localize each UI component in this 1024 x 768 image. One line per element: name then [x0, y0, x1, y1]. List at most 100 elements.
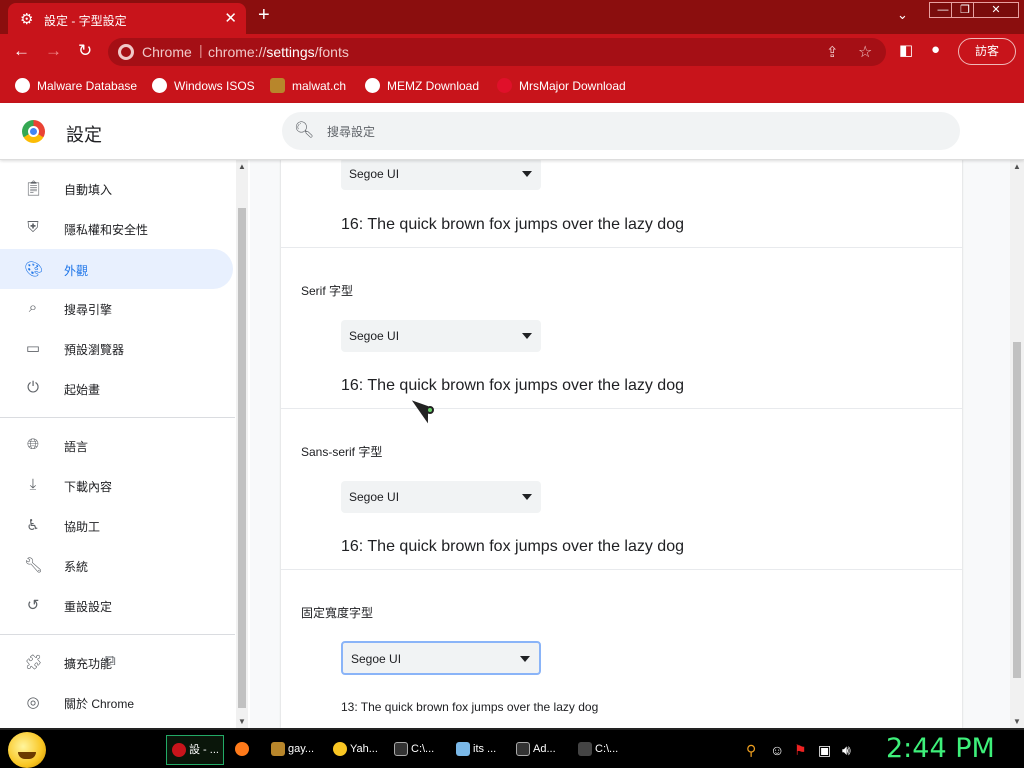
browser-icon: ▭	[25, 340, 41, 357]
search-placeholder: 搜尋設定	[327, 125, 376, 139]
accessibility-icon: ♿︎	[26, 517, 40, 534]
tray-smiley-icon[interactable]: ☺	[770, 742, 784, 758]
sidebar-item-search-engine[interactable]: ⌕ 搜尋引擎	[0, 288, 233, 328]
tray-search-icon[interactable]: ⚲	[746, 742, 756, 759]
taskbar-clock[interactable]: 2:44 PM	[886, 733, 995, 764]
taskbar: 設 - ... gay... Yah... C:\... its ... Ad.…	[0, 728, 1024, 768]
chrome-logo-icon	[22, 120, 45, 143]
download-icon: ⤓	[29, 476, 37, 493]
taskbar-task-firefox[interactable]	[230, 735, 256, 765]
sidebar-item-system[interactable]: 🔧︎ 系統	[0, 545, 233, 585]
chevron-down-icon	[522, 171, 532, 177]
sidebar-item-privacy[interactable]: ⛨ 隱私權和安全性	[0, 208, 233, 248]
fonts-card: Segoe UI 16: The quick brown fox jumps o…	[281, 158, 962, 728]
bookmark-malwatch[interactable]: malwat.ch	[270, 78, 346, 93]
sidebar-item-on-startup[interactable]: ⏻ 起始畫	[0, 368, 233, 408]
firefox-icon	[235, 742, 249, 756]
standard-font-sample: 16: The quick brown fox jumps over the l…	[341, 216, 684, 233]
sidebar-item-default-browser[interactable]: ▭ 預設瀏覽器	[0, 328, 233, 368]
cmd-icon	[516, 742, 530, 756]
profile-button[interactable]: 訪客	[958, 38, 1016, 65]
main-scrollbar[interactable]: ▲ ▼	[1010, 160, 1024, 728]
standard-font-select[interactable]: Segoe UI	[341, 158, 541, 190]
scrollbar-thumb[interactable]	[238, 208, 246, 708]
sidebar-scrollbar[interactable]: ▲ ▼	[236, 160, 248, 728]
document-icon	[271, 742, 285, 756]
address-bar[interactable]: Chrome | chrome://settings/fonts ⇪ ☆	[108, 38, 886, 66]
sidebar-divider	[0, 417, 235, 418]
sidebar-item-autofill[interactable]: 📋︎ 自動填入	[0, 168, 233, 208]
sidebar-item-extensions[interactable]: 🧩︎ 擴充功能 ⧉	[0, 642, 233, 682]
bookmark-malware-database[interactable]: Malware Database	[15, 78, 137, 93]
scrollbar-thumb[interactable]	[1013, 342, 1021, 678]
chrome-icon: ◎	[26, 694, 40, 711]
scroll-up-icon[interactable]: ▲	[1013, 162, 1021, 171]
bookmark-windows-isos[interactable]: Windows ISOS	[152, 78, 255, 93]
forward-arrow-icon[interactable]: →	[45, 41, 62, 61]
tray-flag-icon[interactable]: ⚑	[794, 742, 807, 759]
sidebar-item-accessibility[interactable]: ♿︎ 協助工	[0, 505, 233, 545]
globe-icon	[15, 78, 30, 93]
settings-search-field[interactable]: 🔍︎ 搜尋設定	[282, 112, 960, 150]
bag-icon	[270, 78, 285, 93]
taskbar-task-notepad[interactable]: its ...	[451, 735, 507, 765]
active-tab[interactable]: ⚙ 設定 - 字型設定 ✕	[8, 3, 246, 34]
serif-font-select[interactable]: Segoe UI	[341, 320, 541, 352]
share-icon[interactable]: ⇪	[826, 43, 839, 61]
history-icon: ↺	[26, 597, 40, 614]
side-panel-icon[interactable]: ◧	[899, 41, 913, 59]
puzzle-icon: 🧩︎	[24, 654, 44, 671]
bookmarks-bar: Malware Database Windows ISOS malwat.ch …	[0, 70, 1024, 103]
taskbar-task-7zip[interactable]: C:\...	[573, 735, 629, 765]
taskbar-task-cmd[interactable]: C:\...	[389, 735, 445, 765]
gear-icon: ⚙	[20, 11, 34, 28]
url-text: chrome://settings/fonts	[208, 44, 349, 60]
bookmark-memz-download[interactable]: MEMZ Download	[365, 78, 479, 93]
new-tab-button[interactable]: +	[258, 4, 270, 27]
scroll-up-icon[interactable]: ▲	[238, 162, 246, 171]
chrome-icon	[172, 743, 186, 757]
reload-icon[interactable]: ↻	[78, 41, 92, 61]
url-separator: |	[199, 42, 203, 58]
sidebar-item-appearance[interactable]: 🎨︎ 外觀	[0, 249, 233, 289]
start-button[interactable]	[8, 732, 46, 768]
bookmark-mrsmajor-download[interactable]: MrsMajor Download	[497, 78, 626, 93]
profile-icon[interactable]: ●	[931, 41, 940, 58]
wrench-icon: 🔧︎	[24, 557, 44, 574]
tab-search-button[interactable]: ⌄	[897, 7, 908, 23]
taskbar-task-admin-cmd[interactable]: Ad...	[511, 735, 569, 765]
serif-font-label: Serif 字型	[301, 284, 354, 298]
sidebar-item-languages[interactable]: 🌐︎ 語言	[0, 425, 233, 465]
back-arrow-icon[interactable]: ←	[13, 41, 30, 61]
heart-icon	[497, 78, 512, 93]
taskbar-task-document[interactable]: gay...	[266, 735, 322, 765]
chevron-down-icon	[522, 494, 532, 500]
search-icon: ⌕	[28, 299, 38, 316]
shield-icon: ⛨	[27, 219, 39, 236]
fixed-width-font-sample: 13: The quick brown fox jumps over the l…	[341, 700, 599, 714]
sidebar-item-reset[interactable]: ↺ 重設設定	[0, 585, 233, 625]
taskbar-task-chrome[interactable]: 設 - ...	[166, 735, 224, 765]
sidebar-item-downloads[interactable]: ⤓ 下載內容	[0, 465, 233, 505]
sans-serif-font-select[interactable]: Segoe UI	[341, 481, 541, 513]
taskbar-task-yahoo[interactable]: Yah...	[328, 735, 384, 765]
fixed-width-font-select[interactable]: Segoe UI	[341, 641, 541, 675]
page-title: 設定	[66, 125, 102, 145]
7zip-icon	[578, 742, 592, 756]
smiley-icon	[333, 742, 347, 756]
bookmark-star-icon[interactable]: ☆	[858, 42, 872, 62]
tray-volume-icon[interactable]: 🔊︎	[842, 742, 851, 759]
sans-serif-font-sample: 16: The quick brown fox jumps over the l…	[341, 538, 684, 555]
close-window-button[interactable]: ✕	[973, 2, 1019, 18]
settings-header: 設定 🔍︎ 搜尋設定	[0, 103, 1024, 160]
power-icon: ⏻	[27, 379, 39, 396]
tray-network-icon[interactable]: ▣	[818, 742, 831, 759]
chevron-down-icon	[520, 656, 530, 662]
tab-close-icon[interactable]: ✕	[224, 9, 237, 27]
scroll-down-icon[interactable]: ▼	[238, 717, 246, 726]
sidebar-divider	[0, 634, 235, 635]
sidebar-item-about-chrome[interactable]: ◎ 關於 Chrome	[0, 682, 233, 722]
browser-toolbar: ← → ↻ Chrome | chrome://settings/fonts ⇪…	[0, 34, 1024, 70]
scroll-down-icon[interactable]: ▼	[1013, 717, 1021, 726]
chevron-down-icon	[522, 333, 532, 339]
